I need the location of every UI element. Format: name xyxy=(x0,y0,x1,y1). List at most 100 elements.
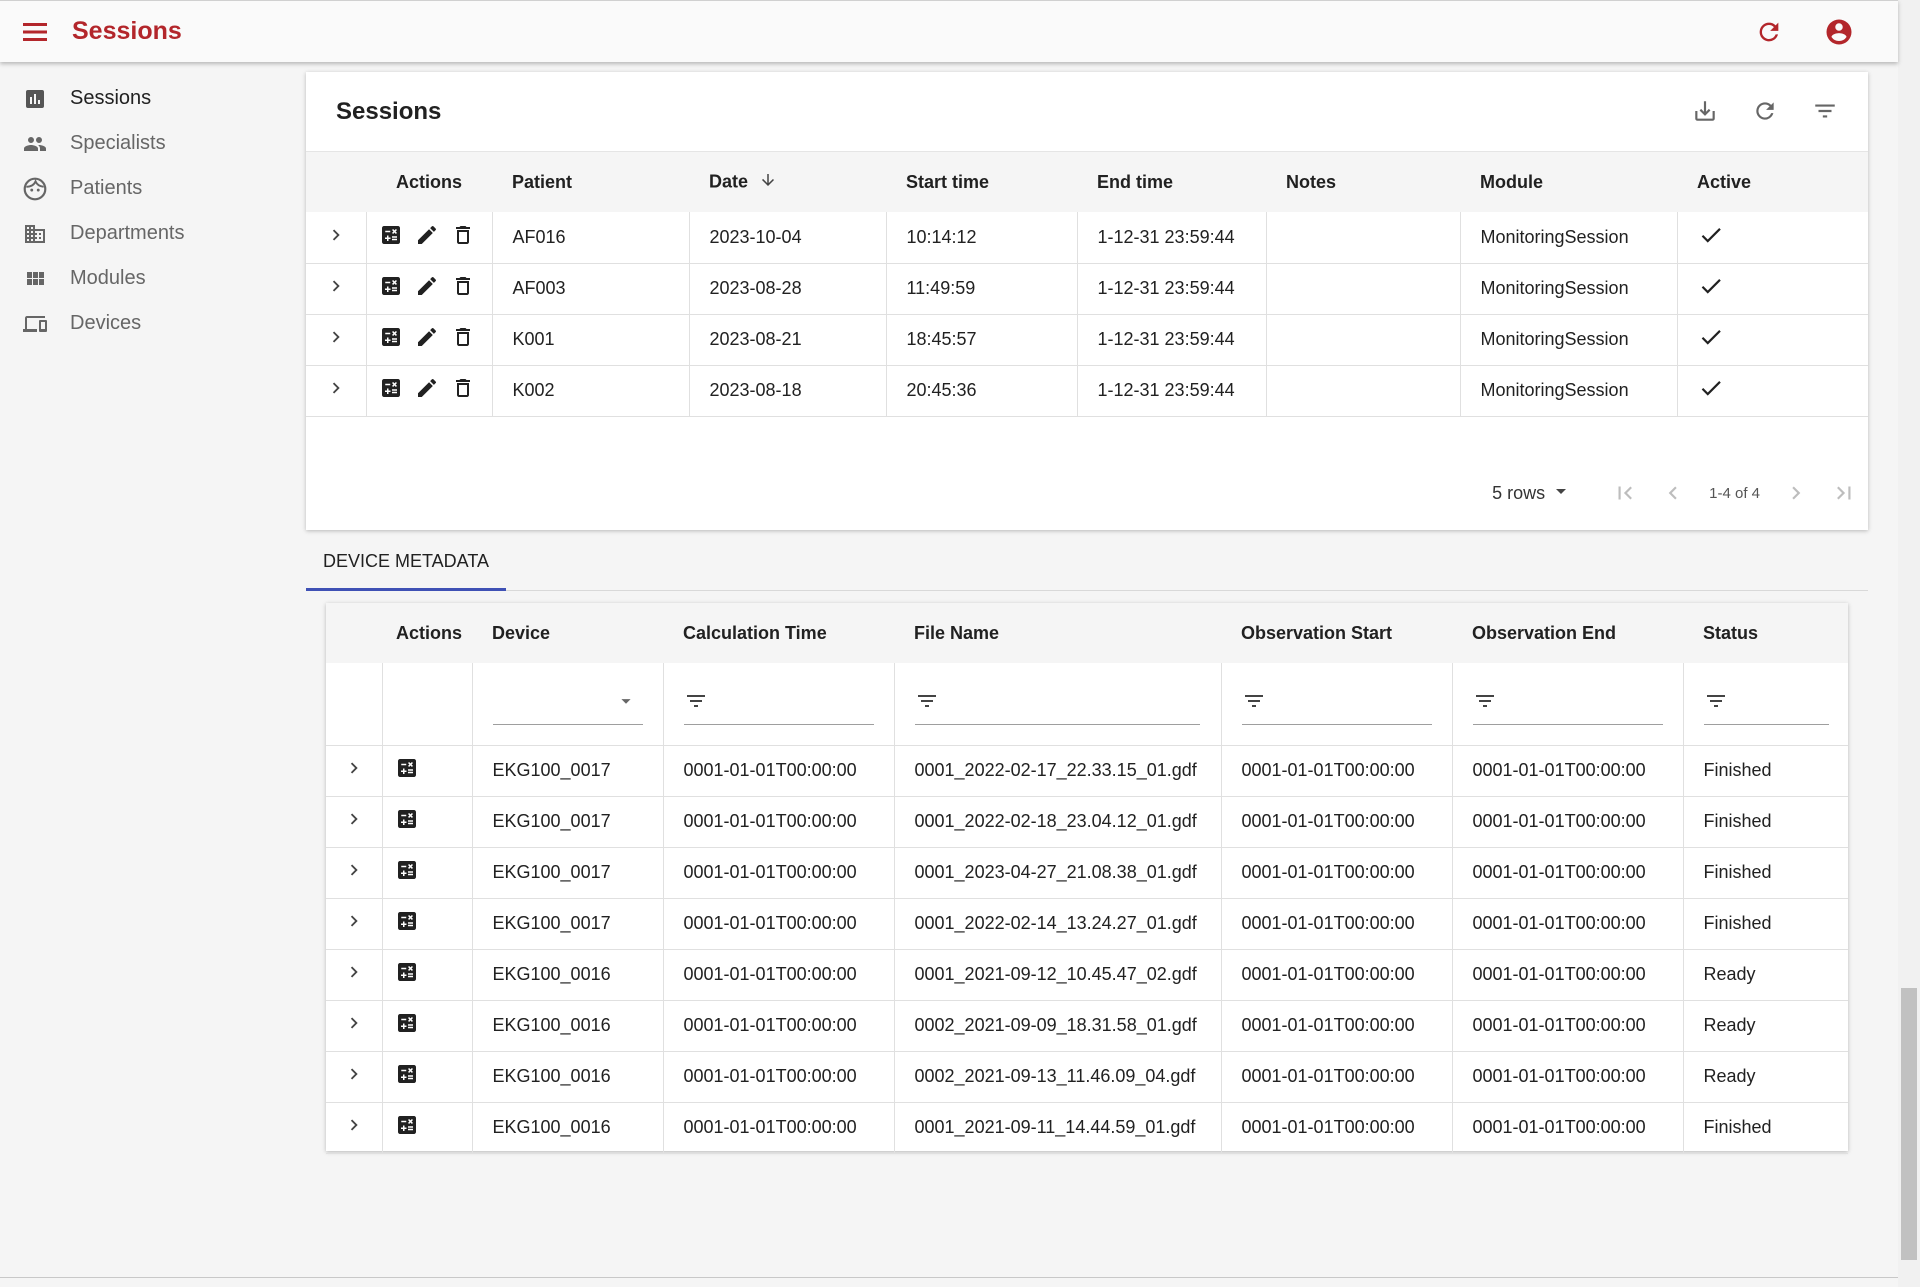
download-icon[interactable] xyxy=(1684,90,1726,132)
calculate-icon[interactable] xyxy=(395,759,419,784)
calculate-icon[interactable] xyxy=(395,963,419,988)
cell-calculation-time: 0001-01-01T00:00:00 xyxy=(663,1000,895,1051)
chevron-right-icon[interactable] xyxy=(343,966,365,987)
sidebar-item-label: Sessions xyxy=(70,87,152,109)
calculate-icon[interactable] xyxy=(395,861,419,886)
col-active[interactable]: Active xyxy=(1677,152,1868,212)
col-device[interactable]: Device xyxy=(472,603,663,663)
device-filter-select[interactable] xyxy=(492,683,643,725)
calculate-icon[interactable] xyxy=(395,1116,419,1141)
cell-device: EKG100_0016 xyxy=(472,949,664,1000)
col-start-time[interactable]: Start time xyxy=(886,152,1077,212)
calculate-icon[interactable] xyxy=(379,325,403,354)
col-notes[interactable]: Notes xyxy=(1266,152,1460,212)
file-name-filter[interactable] xyxy=(914,683,1200,725)
col-module[interactable]: Module xyxy=(1460,152,1677,212)
next-page-icon[interactable] xyxy=(1772,472,1820,514)
filter-row xyxy=(326,663,1848,745)
rows-per-page-select[interactable]: 5 rows xyxy=(1492,479,1573,508)
edit-icon[interactable] xyxy=(415,274,439,303)
calculate-icon[interactable] xyxy=(379,274,403,303)
table-row[interactable]: EKG100_0016 0001-01-01T00:00:00 0002_202… xyxy=(326,1051,1848,1102)
chevron-right-icon[interactable] xyxy=(343,1068,365,1089)
cell-calculation-time: 0001-01-01T00:00:00 xyxy=(663,847,895,898)
chevron-right-icon[interactable] xyxy=(325,331,347,352)
calculate-icon[interactable] xyxy=(395,912,419,937)
table-row[interactable]: EKG100_0016 0001-01-01T00:00:00 0001_202… xyxy=(326,1102,1848,1153)
last-page-icon[interactable] xyxy=(1820,472,1868,514)
col-observation-end[interactable]: Observation End xyxy=(1452,603,1683,663)
chevron-right-icon[interactable] xyxy=(325,229,347,250)
menu-icon[interactable] xyxy=(0,1,72,63)
refresh-icon[interactable] xyxy=(1748,11,1790,53)
col-status[interactable]: Status xyxy=(1683,603,1848,663)
cell-notes xyxy=(1266,365,1461,416)
delete-icon[interactable] xyxy=(451,274,475,303)
delete-icon[interactable] xyxy=(451,223,475,252)
col-calculation-time[interactable]: Calculation Time xyxy=(663,603,894,663)
face-icon xyxy=(22,176,48,202)
refresh-table-icon[interactable] xyxy=(1744,90,1786,132)
page-scrollbar[interactable] xyxy=(1898,0,1920,1287)
calculate-icon[interactable] xyxy=(395,810,419,835)
delete-icon[interactable] xyxy=(451,325,475,354)
calculate-icon[interactable] xyxy=(379,223,403,252)
calculate-icon[interactable] xyxy=(379,376,403,405)
observation-start-filter[interactable] xyxy=(1241,683,1432,725)
table-row[interactable]: K002 2023-08-18 20:45:36 1-12-31 23:59:4… xyxy=(306,365,1868,416)
filter-list-icon xyxy=(684,689,708,718)
col-patient[interactable]: Patient xyxy=(492,152,689,212)
first-page-icon[interactable] xyxy=(1601,472,1649,514)
sidebar-item-devices[interactable]: Devices xyxy=(0,301,290,346)
calculate-icon[interactable] xyxy=(395,1065,419,1090)
chevron-right-icon[interactable] xyxy=(325,382,347,403)
chevron-right-icon[interactable] xyxy=(343,1119,365,1140)
sidebar-item-patients[interactable]: Patients xyxy=(0,166,290,211)
cell-observation-start: 0001-01-01T00:00:00 xyxy=(1221,1000,1453,1051)
sidebar-item-specialists[interactable]: Specialists xyxy=(0,121,290,166)
col-end-time[interactable]: End time xyxy=(1077,152,1266,212)
table-row[interactable]: EKG100_0017 0001-01-01T00:00:00 0001_202… xyxy=(326,745,1848,796)
chevron-right-icon[interactable] xyxy=(343,1017,365,1038)
tab-device-metadata[interactable]: DEVICE METADATA xyxy=(306,534,506,591)
table-row[interactable]: EKG100_0016 0001-01-01T00:00:00 0002_202… xyxy=(326,1000,1848,1051)
filter-list-icon xyxy=(1242,689,1266,718)
chevron-right-icon[interactable] xyxy=(325,280,347,301)
building-icon xyxy=(22,221,48,247)
table-row[interactable]: AF003 2023-08-28 11:49:59 1-12-31 23:59:… xyxy=(306,263,1868,314)
table-row[interactable]: K001 2023-08-21 18:45:57 1-12-31 23:59:4… xyxy=(306,314,1868,365)
delete-icon[interactable] xyxy=(451,376,475,405)
status-filter[interactable] xyxy=(1703,683,1829,725)
cell-device: EKG100_0017 xyxy=(472,847,664,898)
account-circle-icon[interactable] xyxy=(1818,11,1860,53)
chevron-right-icon[interactable] xyxy=(343,762,365,783)
calculation-time-filter[interactable] xyxy=(683,683,874,725)
table-row[interactable]: EKG100_0017 0001-01-01T00:00:00 0001_202… xyxy=(326,847,1848,898)
cell-calculation-time: 0001-01-01T00:00:00 xyxy=(663,796,895,847)
sessions-table: Actions Patient Date Start time End time… xyxy=(306,152,1868,417)
cell-active xyxy=(1677,263,1868,314)
filter-list-icon[interactable] xyxy=(1804,90,1846,132)
table-row[interactable]: AF016 2023-10-04 10:14:12 1-12-31 23:59:… xyxy=(306,212,1868,263)
calculate-icon[interactable] xyxy=(395,1014,419,1039)
col-observation-start[interactable]: Observation Start xyxy=(1221,603,1452,663)
observation-end-filter[interactable] xyxy=(1472,683,1663,725)
edit-icon[interactable] xyxy=(415,223,439,252)
scrollbar-thumb[interactable] xyxy=(1901,988,1917,1260)
col-file-name[interactable]: File Name xyxy=(894,603,1221,663)
cell-active xyxy=(1677,365,1868,416)
table-row[interactable]: EKG100_0017 0001-01-01T00:00:00 0001_202… xyxy=(326,898,1848,949)
table-row[interactable]: EKG100_0017 0001-01-01T00:00:00 0001_202… xyxy=(326,796,1848,847)
edit-icon[interactable] xyxy=(415,376,439,405)
sidebar-item-modules[interactable]: Modules xyxy=(0,256,290,301)
sidebar-item-sessions[interactable]: Sessions xyxy=(0,76,290,121)
sidebar-item-departments[interactable]: Departments xyxy=(0,211,290,256)
col-date[interactable]: Date xyxy=(689,152,886,212)
chevron-right-icon[interactable] xyxy=(343,915,365,936)
chevron-right-icon[interactable] xyxy=(343,864,365,885)
edit-icon[interactable] xyxy=(415,325,439,354)
chevron-right-icon[interactable] xyxy=(343,813,365,834)
table-row[interactable]: EKG100_0016 0001-01-01T00:00:00 0001_202… xyxy=(326,949,1848,1000)
cell-date: 2023-08-18 xyxy=(689,365,887,416)
previous-page-icon[interactable] xyxy=(1649,472,1697,514)
